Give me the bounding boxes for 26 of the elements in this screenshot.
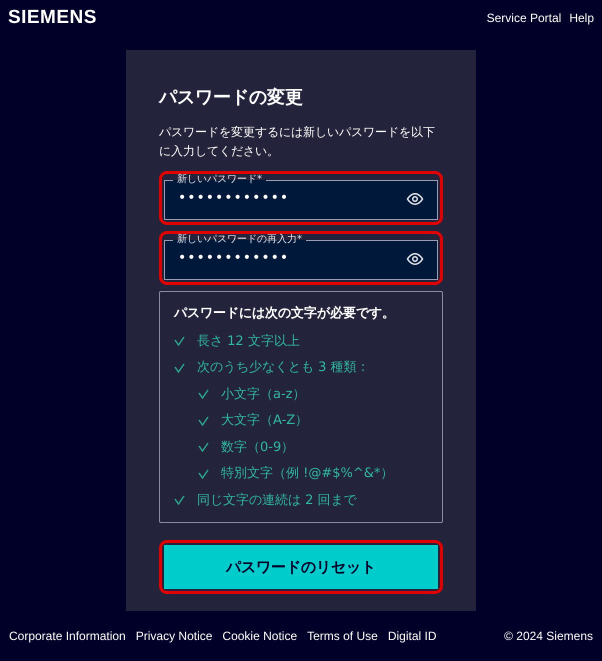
requirement-text: 小文字（a-z） [221,386,306,404]
requirement-text: 大文字（A-Z） [221,412,308,430]
requirement-text: 同じ文字の連続は 2 回まで [197,492,357,510]
footer-link[interactable]: Privacy Notice [136,627,212,645]
description: パスワードを変更するには新しいパスワードを以下に入力してください。 [159,124,436,160]
logo[interactable]: SIEMENS [8,4,97,32]
password-value: •••••••••••• [178,249,290,268]
field-label: 新しいパスワード* [176,174,263,186]
header-link[interactable]: Service Portal [486,9,562,27]
requirement-text: 数字（0-9） [221,438,294,456]
requirement-text: 次のうち少なくとも 3 種類： [197,359,370,377]
password-field[interactable]: 新しいパスワードの再入力* •••••••••••• [164,234,438,280]
requirement-text: 長さ 12 文字以上 [197,332,300,350]
requirements-title: パスワードには次の文字が必要です。 [174,304,396,323]
field-label: 新しいパスワードの再入力* [176,234,303,246]
copyright: © 2024 Siemens [504,628,593,645]
footer-link[interactable]: Digital ID [388,627,436,645]
footer-link[interactable]: Cookie Notice [222,627,298,645]
password-field[interactable]: 新しいパスワード* •••••••••••• [164,174,438,220]
card-title: パスワードの変更 [159,86,304,110]
header-link[interactable]: Help [569,9,594,27]
requirement-text: 特別文字（例 !@#$%^&*） [221,465,394,483]
footer-link[interactable]: Terms of Use [307,627,378,645]
footer-link[interactable]: Corporate Information [9,627,126,645]
reset-password-button[interactable]: パスワードのリセット [164,545,438,589]
password-value: •••••••••••• [178,189,290,208]
